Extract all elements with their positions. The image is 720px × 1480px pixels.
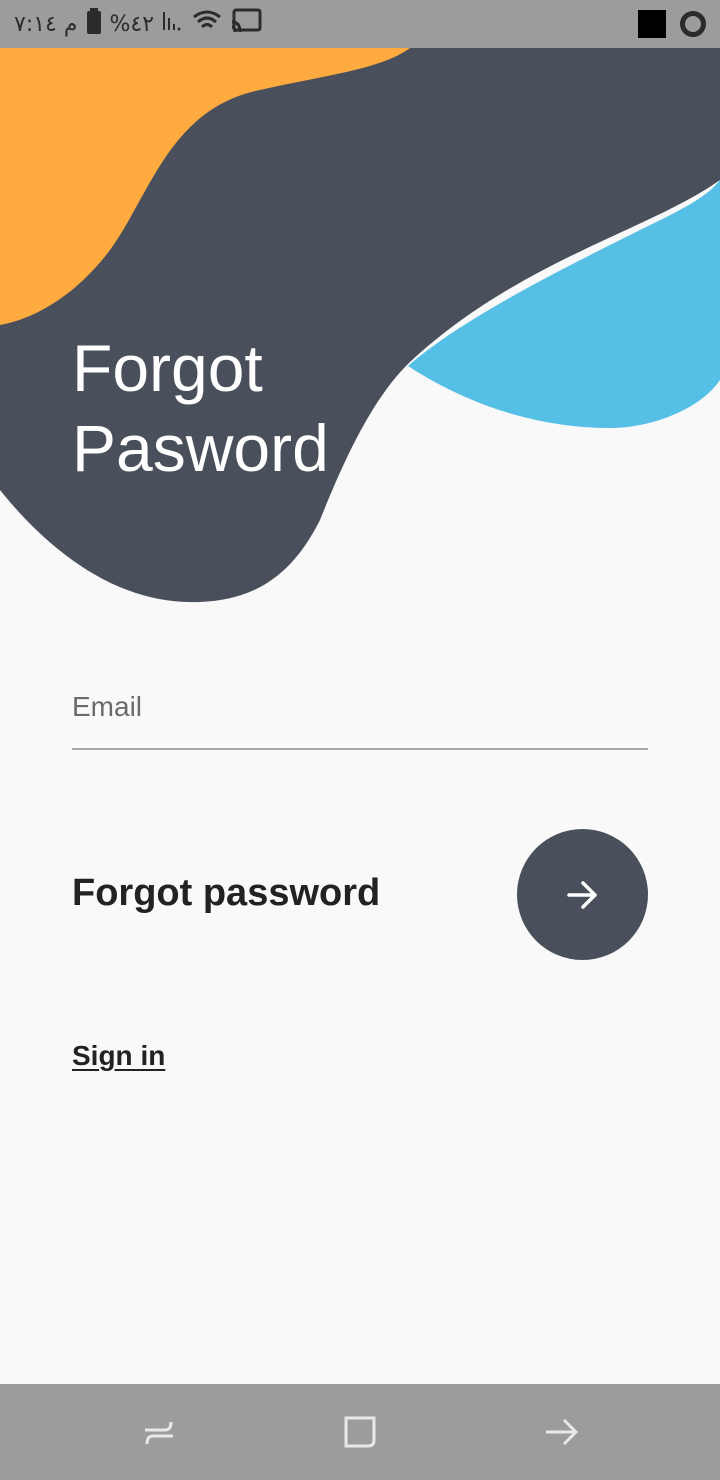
submit-button[interactable]	[517, 829, 648, 960]
status-left-group: م ٧:١٤ %٤٢	[14, 0, 262, 48]
cast-icon	[230, 8, 262, 40]
page-title: Forgot Pasword	[72, 328, 329, 488]
title-line-1: Forgot	[72, 331, 263, 405]
forgot-password-label: Forgot password	[72, 872, 381, 914]
arrow-right-icon	[566, 880, 597, 909]
sign-in-link[interactable]: Sign in	[72, 1040, 165, 1072]
signal-icon	[162, 10, 184, 38]
email-input[interactable]	[72, 666, 648, 748]
navigation-bar	[0, 1384, 720, 1480]
battery-percent: %٤٢	[109, 11, 155, 37]
wifi-icon	[192, 9, 222, 39]
status-right-group	[638, 0, 706, 48]
battery-icon	[86, 8, 102, 40]
email-field-container	[72, 666, 648, 750]
title-line-2: Pasword	[72, 411, 329, 485]
square-notification-icon	[638, 10, 666, 38]
opera-icon	[680, 11, 706, 37]
email-underline	[72, 748, 648, 750]
recent-apps-icon[interactable]	[137, 1410, 181, 1454]
status-time: م ٧:١٤	[14, 11, 78, 37]
status-bar: م ٧:١٤ %٤٢	[0, 0, 720, 48]
back-icon[interactable]	[540, 1410, 584, 1454]
home-icon[interactable]	[338, 1410, 382, 1454]
